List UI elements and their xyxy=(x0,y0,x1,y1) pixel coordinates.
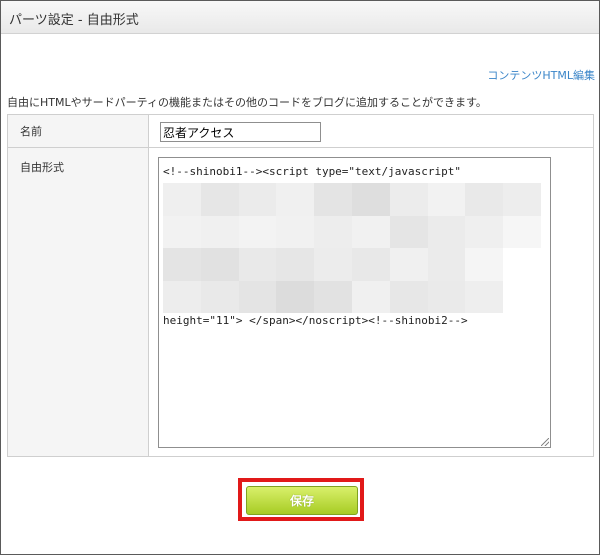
code-textarea[interactable]: <!--shinobi1--><script type="text/javasc… xyxy=(158,157,551,448)
settings-form: 名前 自由形式 <!--shinobi1--><script type="tex… xyxy=(7,114,594,457)
dialog-window: パーツ設定 - 自由形式 コンテンツHTML編集 自由にHTMLやサードパーティ… xyxy=(0,0,600,555)
edit-html-link[interactable]: コンテンツHTML編集 xyxy=(487,67,595,83)
redacted-code-block xyxy=(163,183,541,313)
resize-grip-icon[interactable] xyxy=(541,438,549,446)
code-field-cell: <!--shinobi1--><script type="text/javasc… xyxy=(148,147,594,457)
code-label: 自由形式 xyxy=(20,161,64,174)
name-field-cell xyxy=(148,114,594,148)
code-label-cell: 自由形式 xyxy=(7,147,149,457)
name-label-cell: 名前 xyxy=(7,114,149,148)
code-row: 自由形式 <!--shinobi1--><script type="text/j… xyxy=(7,147,594,457)
title-bar: パーツ設定 - 自由形式 xyxy=(1,1,599,34)
name-label: 名前 xyxy=(20,125,42,138)
name-row: 名前 xyxy=(7,114,594,148)
code-first-line: <!--shinobi1--><script type="text/javasc… xyxy=(163,165,462,178)
window-title: パーツ設定 - 自由形式 xyxy=(9,13,139,28)
code-last-line: height="11"> </span></noscript><!--shino… xyxy=(163,314,468,327)
name-input[interactable] xyxy=(160,122,321,142)
save-button[interactable]: 保存 xyxy=(246,486,358,515)
description-text: 自由にHTMLやサードパーティの機能またはその他のコードをブログに追加することが… xyxy=(7,96,487,109)
